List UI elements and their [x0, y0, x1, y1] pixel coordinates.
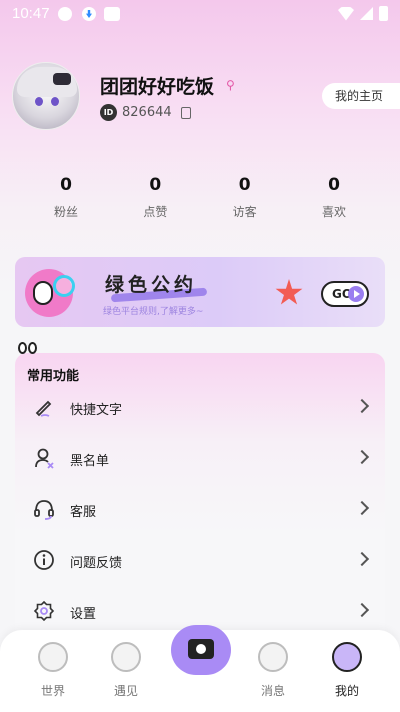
- mascot-icon: [25, 269, 75, 317]
- nav-label: 消息: [260, 684, 285, 698]
- signal-icon: [360, 7, 373, 20]
- stat-value: 0: [149, 175, 162, 195]
- menu-item-customer-service[interactable]: 客服: [15, 486, 385, 534]
- nav-world[interactable]: 世界: [23, 642, 83, 699]
- chevron-right-icon: [354, 551, 370, 567]
- green-pact-banner[interactable]: 绿色公约 绿色平台规则,了解更多~ GO: [15, 257, 385, 327]
- stat-label: 点赞: [143, 205, 168, 219]
- key-icon: ⚲: [226, 78, 235, 92]
- avatar[interactable]: [12, 62, 80, 130]
- stat-likes[interactable]: 0 点赞: [127, 175, 183, 220]
- chevron-right-icon: [354, 398, 370, 414]
- menu-label: 设置: [70, 607, 97, 622]
- banner-title: 绿色公约: [105, 274, 198, 296]
- common-functions-card: 常用功能 快捷文字 黑名单 客服 问题反馈 设置: [15, 353, 385, 653]
- stat-value: 0: [328, 175, 340, 195]
- user-id-row: ID 826644: [100, 104, 191, 121]
- stat-value: 0: [238, 175, 251, 195]
- stat-visitors[interactable]: 0 访客: [217, 175, 273, 220]
- app-icon: [104, 7, 120, 21]
- stat-label: 访客: [232, 205, 257, 219]
- menu-label: 客服: [70, 505, 97, 520]
- info-icon: [34, 550, 54, 570]
- id-badge: ID: [100, 104, 117, 121]
- pen-icon: [35, 400, 52, 417]
- section-title: 常用功能: [27, 369, 80, 384]
- mascot-eye: [28, 342, 37, 354]
- app-notification-icon: [58, 7, 72, 21]
- flower-icon: [111, 642, 141, 672]
- nav-messages[interactable]: 消息: [243, 642, 303, 699]
- battery-icon: [379, 6, 388, 21]
- chevron-right-icon: [354, 500, 370, 516]
- username: 团团好好吃饭: [100, 76, 215, 98]
- stat-label: 粉丝: [53, 205, 78, 219]
- mini-mascot-icon: [18, 340, 42, 358]
- menu-item-blacklist[interactable]: 黑名单: [15, 435, 385, 483]
- wifi-icon: [338, 6, 354, 21]
- nav-label: 我的: [334, 684, 359, 698]
- arrow-right-icon: [348, 286, 364, 302]
- stats-row: 0 粉丝 0 点赞 0 访客 0 喜欢: [38, 175, 362, 220]
- download-icon: [82, 7, 96, 21]
- header-background: [0, 0, 400, 300]
- menu-item-feedback[interactable]: 问题反馈: [15, 537, 385, 585]
- camera-button[interactable]: [171, 625, 231, 675]
- chevron-right-icon: [354, 449, 370, 465]
- copy-icon[interactable]: [180, 106, 191, 119]
- nav-mine[interactable]: 我的: [317, 642, 377, 699]
- stat-label: 喜欢: [321, 205, 346, 219]
- flower-icon: [275, 279, 303, 305]
- gear-icon: [33, 600, 55, 622]
- headset-icon: [34, 500, 54, 520]
- avatar-eye: [35, 97, 43, 106]
- avatar-bow: [53, 73, 71, 85]
- menu-label: 黑名单: [70, 454, 110, 469]
- user-block-icon: [35, 448, 54, 469]
- nav-label: 世界: [40, 684, 65, 698]
- menu-label: 问题反馈: [70, 556, 123, 571]
- nav-meet[interactable]: 遇见: [96, 642, 156, 699]
- user-id: 826644: [122, 105, 172, 120]
- mascot-eye: [18, 342, 27, 354]
- magnifier-icon: [53, 275, 75, 297]
- stat-followers[interactable]: 0 粉丝: [38, 175, 94, 220]
- planet-icon: [38, 642, 68, 672]
- status-bar: 10:47: [0, 0, 400, 28]
- face-icon: [258, 642, 288, 672]
- status-indicators: [338, 6, 388, 21]
- avatar-eye: [51, 97, 59, 106]
- mascot-face: [33, 281, 53, 305]
- chevron-right-icon: [354, 602, 370, 618]
- my-homepage-button[interactable]: 我的主页: [322, 83, 400, 109]
- camera-icon: [188, 639, 214, 659]
- go-button[interactable]: GO: [321, 281, 369, 307]
- menu-item-quick-text[interactable]: 快捷文字: [15, 384, 385, 432]
- status-time: 10:47: [12, 5, 50, 22]
- nav-label: 遇见: [113, 684, 138, 698]
- stat-favorites[interactable]: 0 喜欢: [306, 175, 362, 220]
- stat-value: 0: [60, 175, 72, 195]
- banner-subtitle: 绿色平台规则,了解更多~: [103, 307, 204, 317]
- menu-label: 快捷文字: [70, 403, 123, 418]
- mascot-icon: [332, 642, 362, 672]
